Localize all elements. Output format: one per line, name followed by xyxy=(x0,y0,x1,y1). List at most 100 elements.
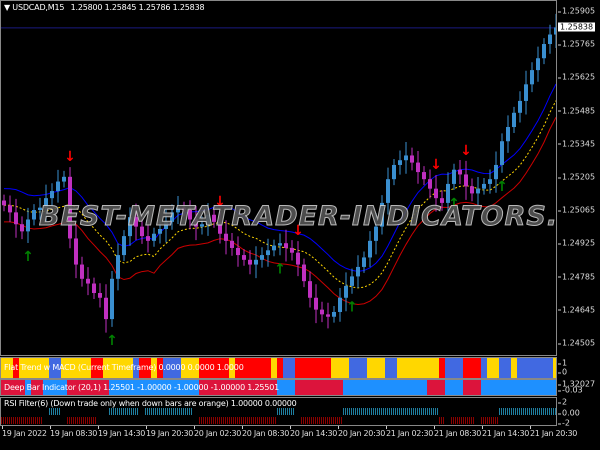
price-tick-label: 1.25205 xyxy=(557,172,596,182)
rsi-down-bar xyxy=(1,417,25,424)
candle-body xyxy=(458,169,462,175)
rsi-down-bar xyxy=(481,417,499,424)
rsi-up-bar xyxy=(109,408,139,415)
candle-body xyxy=(116,255,120,279)
candle-body xyxy=(14,212,18,225)
flat-trend-macd-panel[interactable]: Flat Trend w MACD (Current Timeframe) 0.… xyxy=(0,357,557,379)
candle-body xyxy=(8,205,12,213)
candle-body xyxy=(302,264,306,282)
time-axis[interactable]: 19 Jan 2022 19 Jan 08:30 19 Jan 14:30 19 Ja… xyxy=(0,426,577,450)
symbol-label: USDCAD,M15 xyxy=(12,3,65,12)
trend-bar-segment xyxy=(445,358,463,378)
candle-body xyxy=(98,293,102,298)
price-tick-label: 1.25345 xyxy=(557,139,596,149)
deepbar-axis: 1.32027 -0.03 xyxy=(557,379,600,396)
rsi-indicator-title: RSI Filter(6) (Down trade only when down… xyxy=(4,399,297,408)
candle-body xyxy=(56,181,60,192)
rsi-down-bar xyxy=(67,417,97,424)
rsi-down-bar xyxy=(439,417,445,424)
sell-arrow-icon: ↓ xyxy=(430,157,442,173)
rsi-up-bar xyxy=(145,408,193,415)
candle-body xyxy=(482,183,486,189)
candle-body xyxy=(62,176,66,182)
rsi-axis-label: 0.00 xyxy=(558,408,580,418)
watermark: BEST-METATRADER-INDICATORS.COM xyxy=(39,201,557,233)
deepbar-bar-segment xyxy=(343,380,427,395)
trend-bar-segment xyxy=(283,358,295,378)
candle-body xyxy=(512,112,516,128)
rsi-up-bar xyxy=(277,408,295,415)
time-tick-label: 19 Jan 08:30 xyxy=(50,429,98,438)
time-tick-label: 19 Jan 2022 xyxy=(2,429,47,438)
candle-body xyxy=(398,160,402,165)
candle-body xyxy=(416,162,420,173)
trend-bar-segment xyxy=(367,358,385,378)
rsi-down-bar xyxy=(205,417,235,424)
deepbar-indicator-title: Deep Bar Indicator (20,1) 1.25501 -1.000… xyxy=(4,383,279,392)
deepbar-bar-segment xyxy=(445,380,463,395)
rsi-down-bar xyxy=(259,417,277,424)
price-tick-label: 1.25765 xyxy=(557,39,596,49)
rsi-down-bar xyxy=(25,417,43,424)
rsi-axis-label: -2 xyxy=(558,418,570,428)
candle-body xyxy=(368,240,372,258)
candle-body xyxy=(284,243,288,248)
candle-body xyxy=(548,34,552,45)
rsi-down-bar xyxy=(235,417,259,424)
time-tick-label: 19 Jan 20:30 xyxy=(146,429,194,438)
buy-arrow-icon: ↑ xyxy=(346,300,358,316)
candle-body xyxy=(236,247,240,256)
candle-body xyxy=(452,169,456,184)
time-tick-label: 20 Jan 14:30 xyxy=(290,429,338,438)
candle-body xyxy=(362,257,366,267)
candle-body xyxy=(152,233,156,241)
buy-arrow-icon: ↑ xyxy=(22,249,34,265)
candle-body xyxy=(308,281,312,298)
time-tick-label: 21 Jan 20:30 xyxy=(530,429,578,438)
candle-body xyxy=(122,236,126,256)
candle-body xyxy=(404,155,408,161)
candle-body xyxy=(254,259,258,265)
rsi-filter-panel[interactable]: RSI Filter(6) (Down trade only when down… xyxy=(0,397,557,426)
candle-body xyxy=(524,84,528,101)
buy-arrow-icon: ↑ xyxy=(496,179,508,195)
collapse-triangle-icon[interactable]: ▼ xyxy=(4,3,10,12)
trend-bar-segment xyxy=(331,358,349,378)
price-chart-panel[interactable]: ↑↑↑↑↑↑↓↓↓↓↓ BEST-METATRADER-INDICATORS.C… xyxy=(0,0,557,356)
candle-body xyxy=(272,245,276,251)
candle-body xyxy=(542,44,546,59)
candle-body xyxy=(434,188,438,199)
trend-indicator-title: Flat Trend w MACD (Current Timeframe) 0.… xyxy=(4,363,244,372)
deepbar-bar-segment xyxy=(481,380,556,395)
candle-body xyxy=(350,276,354,286)
price-tick-label: 1.25905 xyxy=(557,6,596,16)
time-tick-label: 20 Jan 08:30 xyxy=(242,429,290,438)
sell-arrow-icon: ↓ xyxy=(460,143,472,159)
candle-body xyxy=(332,311,336,317)
price-tick-label: 1.25065 xyxy=(557,205,596,215)
candle-body xyxy=(242,255,246,260)
price-tick-label: 1.25485 xyxy=(557,106,596,116)
trend-bar-segment xyxy=(499,358,511,378)
candle-body xyxy=(296,252,300,265)
candle-body xyxy=(104,297,108,320)
rsi-down-bar xyxy=(457,417,475,424)
trend-bar-segment xyxy=(463,358,481,378)
candle-body xyxy=(500,141,504,165)
deep-bar-indicator-panel[interactable]: Deep Bar Indicator (20,1) 1.25501 -1.000… xyxy=(0,379,557,396)
candle-body xyxy=(536,58,540,71)
candle-body xyxy=(518,100,522,113)
candle-body xyxy=(356,266,360,277)
candle-body xyxy=(464,174,468,187)
time-tick-label: 21 Jan 02:30 xyxy=(386,429,434,438)
candle-body xyxy=(488,179,492,184)
deepbar-axis-label: -0.03 xyxy=(558,385,583,395)
middle-band-line xyxy=(3,100,556,289)
trend-axis-label: 0 xyxy=(557,367,568,377)
price-axis[interactable]: 1.25905 1.25765 1.25625 1.25485 1.25345 1.252… xyxy=(557,0,600,356)
price-tick-label: 1.24785 xyxy=(557,272,596,282)
deepbar-bar-segment xyxy=(427,380,445,395)
trend-bar-segment xyxy=(385,358,397,378)
sell-arrow-icon: ↓ xyxy=(64,149,76,165)
deepbar-bar-segment xyxy=(277,380,295,395)
